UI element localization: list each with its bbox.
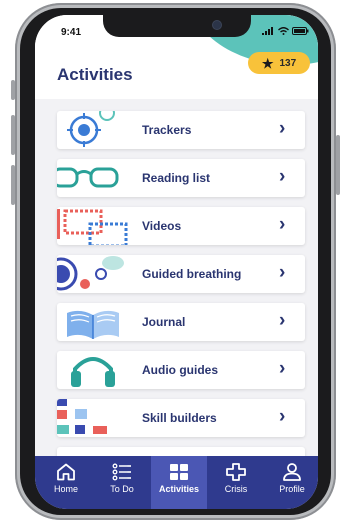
home-icon — [57, 463, 75, 481]
grid-icon — [170, 464, 188, 480]
chevron-right-icon: › — [279, 262, 286, 283]
checklist-icon — [112, 463, 131, 481]
chevron-right-icon: › — [279, 358, 286, 379]
status-time: 9:41 — [61, 27, 82, 38]
page-title: Activities — [57, 65, 133, 84]
points-badge[interactable]: ★ 137 — [248, 52, 310, 74]
app-screen: 9:41 Activities ★ 137 Trackers › Reading… — [35, 15, 318, 509]
blocks-icon — [57, 399, 107, 434]
battery-icon — [292, 27, 309, 35]
person-icon — [283, 463, 301, 481]
tab-activities[interactable]: Activities — [151, 456, 207, 509]
tab-label: Crisis — [224, 484, 248, 494]
chevron-right-icon: › — [279, 214, 286, 235]
activity-label: Trackers — [142, 123, 192, 137]
activity-label: Skill builders — [142, 411, 217, 425]
activity-card-reading-list[interactable]: Reading list › — [57, 159, 305, 197]
chevron-right-icon: › — [279, 310, 286, 331]
activity-label: Audio guides — [142, 363, 218, 377]
activities-list: Trackers › Reading list › Videos › Guide… — [35, 99, 318, 456]
tab-home[interactable]: Home — [38, 456, 94, 509]
activity-label: Videos — [142, 219, 182, 233]
open-book-icon — [67, 310, 119, 339]
star-icon: ★ — [261, 55, 274, 71]
tab-label: Home — [53, 484, 78, 494]
volume-down-button — [11, 165, 15, 205]
cross-icon — [226, 463, 246, 481]
tab-label: Profile — [279, 484, 305, 494]
points-value: 137 — [279, 57, 297, 69]
activity-card-partial[interactable] — [57, 447, 305, 456]
chevron-right-icon: › — [279, 406, 286, 427]
signal-icon — [262, 27, 273, 35]
activity-card-journal[interactable]: Journal › — [57, 303, 305, 341]
tab-crisis[interactable]: Crisis — [208, 456, 264, 509]
status-icons — [262, 27, 309, 37]
film-frames-icon — [57, 209, 128, 245]
camera-icon — [213, 21, 221, 29]
activity-card-trackers[interactable]: Trackers › — [57, 111, 305, 149]
volume-up-button — [11, 115, 15, 155]
target-icon — [67, 111, 115, 147]
activity-label: Journal — [142, 315, 186, 329]
breathing-bubbles-icon — [57, 256, 124, 291]
glasses-icon — [57, 167, 119, 188]
phone-notch — [103, 15, 251, 37]
activity-card-videos[interactable]: Videos › — [57, 207, 305, 245]
chevron-right-icon: › — [279, 166, 286, 187]
tab-label: To Do — [110, 484, 134, 494]
activity-card-guided-breathing[interactable]: Guided breathing › — [57, 255, 305, 293]
wifi-icon — [277, 27, 289, 35]
headphones-icon — [71, 357, 115, 387]
activity-card-skill-builders[interactable]: Skill builders › — [57, 399, 305, 437]
power-button — [336, 135, 340, 195]
tab-label: Activities — [158, 484, 200, 494]
bottom-tab-bar: Home To Do Activities Crisis Profile — [35, 456, 318, 509]
activity-label: Guided breathing — [142, 267, 242, 281]
activity-card-audio-guides[interactable]: Audio guides › — [57, 351, 305, 389]
chevron-right-icon: › — [279, 118, 286, 139]
tab-to-do[interactable]: To Do — [94, 456, 150, 509]
mute-switch — [11, 80, 15, 100]
activity-label: Reading list — [142, 171, 211, 185]
tab-profile[interactable]: Profile — [264, 456, 318, 509]
